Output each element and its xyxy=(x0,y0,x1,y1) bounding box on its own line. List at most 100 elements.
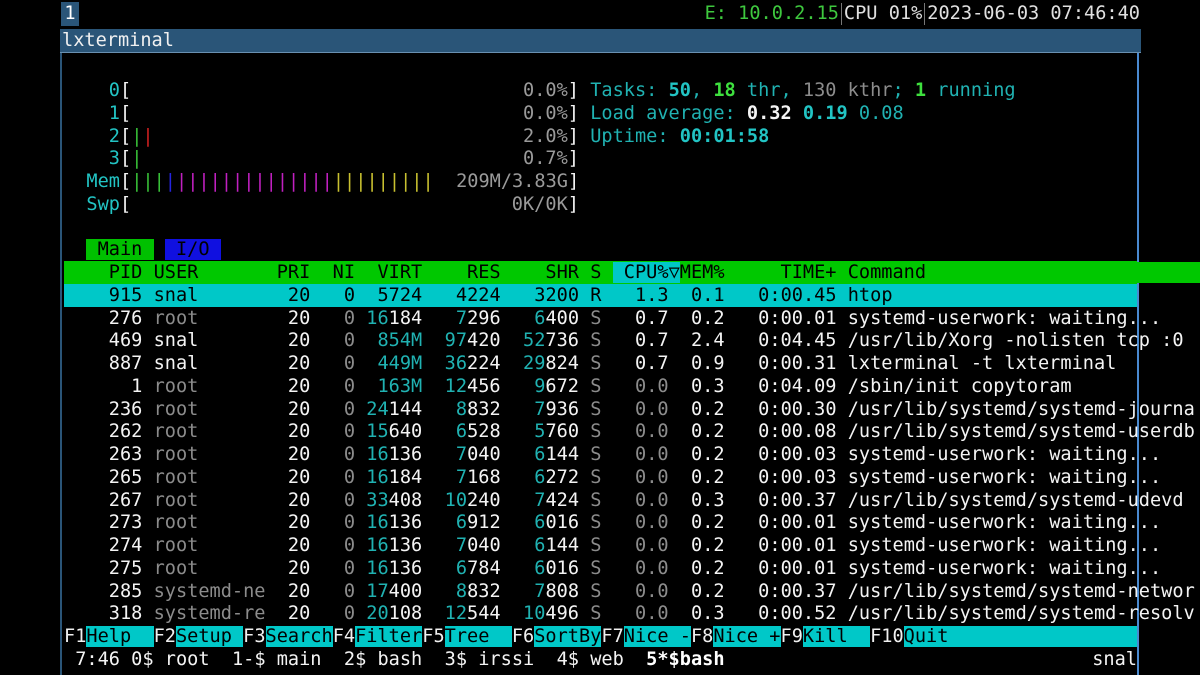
column-header-time[interactable]: TIME+ xyxy=(724,262,848,283)
fkey-f9[interactable]: F9 xyxy=(781,626,803,647)
virt-low: 400 xyxy=(388,580,423,602)
shell-window-tab[interactable]: 5*$bash xyxy=(646,649,724,670)
process-row[interactable]: 915 snal 20 0 5724 4224 3200 R 1.3 0.1 0… xyxy=(64,283,1137,307)
fkey-label-quit[interactable]: Quit xyxy=(903,626,1137,647)
command: htop xyxy=(847,284,893,306)
shell-window-tab[interactable]: 2$ bash xyxy=(344,649,422,670)
pad xyxy=(355,285,377,306)
priority: 20 xyxy=(265,603,311,625)
column-header-ni[interactable]: NI xyxy=(310,262,356,283)
fkey-f7[interactable]: F7 xyxy=(601,626,623,647)
column-header-virt[interactable]: VIRT xyxy=(355,262,423,283)
process-row[interactable]: 262 root 20 0 15640 6528 5760 S 0.0 0.2 … xyxy=(64,420,1195,443)
process-row[interactable]: 274 root 20 0 16136 7040 6144 S 0.0 0.2 … xyxy=(64,534,1161,557)
process-row[interactable]: 267 root 20 0 33408 10240 7424 S 0.0 0.3… xyxy=(64,489,1184,512)
command: systemd-userwork: waiting... xyxy=(847,512,1162,534)
fkey-label-help[interactable]: Help xyxy=(86,626,154,647)
shr-low: 672 xyxy=(545,375,580,397)
column-header-user[interactable]: USER xyxy=(153,262,266,283)
mem-percent: 0.2 xyxy=(679,421,725,443)
command: systemd-userwork: waiting... xyxy=(847,444,1162,465)
fkey-label-filter[interactable]: Filter xyxy=(355,626,423,647)
res-high: 6 xyxy=(455,557,468,579)
shell-window-tab[interactable]: 0$ root xyxy=(131,649,209,670)
meter-bar-segment: | xyxy=(276,171,289,192)
cpu-time: 0:04.45 xyxy=(724,330,848,352)
process-row[interactable]: 887 snal 20 0 449M 36224 29824 S 0.7 0.9… xyxy=(64,352,1117,375)
fkey-f5[interactable]: F5 xyxy=(422,626,444,647)
fkey-f10[interactable]: F10 xyxy=(870,626,904,647)
column-header-pid[interactable]: PID xyxy=(64,262,154,283)
meter-bar-segment: | xyxy=(310,171,322,192)
pad xyxy=(501,512,535,533)
cpu-time: 0:00.37 xyxy=(724,489,848,511)
fkey-label-nice[interactable]: Nice + xyxy=(713,626,781,647)
meter-bar-segment: | xyxy=(422,171,434,192)
command: lxterminal -t lxterminal xyxy=(847,353,1117,374)
column-header-mem[interactable]: MEM% xyxy=(679,262,725,283)
meter-bracket: ] xyxy=(567,125,579,147)
column-header-res[interactable]: RES xyxy=(422,262,501,283)
process-row[interactable]: 236 root 20 0 24144 8832 7936 S 0.0 0.2 … xyxy=(64,398,1195,421)
kthread-count: 130 kthr xyxy=(802,80,893,101)
process-row[interactable]: 275 root 20 0 16136 6784 6016 S 0.0 0.2 … xyxy=(64,557,1161,580)
load-1min: 0.32 xyxy=(746,102,792,124)
running-label: running xyxy=(926,80,1016,101)
meter-label: Mem xyxy=(64,171,120,192)
fkey-f6[interactable]: F6 xyxy=(512,626,534,647)
res-high: 7 xyxy=(455,466,468,488)
res-high: 4 xyxy=(455,284,468,306)
fkey-f8[interactable]: F8 xyxy=(691,626,713,647)
process-row[interactable]: 263 root 20 0 16136 7040 6144 S 0.0 0.2 … xyxy=(64,443,1161,466)
column-header-state[interactable]: S xyxy=(579,262,613,283)
column-header-cpu-sorted[interactable]: CPU%▽ xyxy=(612,262,680,283)
process-row[interactable]: 285 systemd-ne 20 0 17400 8832 7808 S 0.… xyxy=(64,580,1195,603)
fkey-f1[interactable]: F1 xyxy=(64,626,86,647)
pad xyxy=(501,353,523,374)
state: S xyxy=(579,512,613,534)
tab-io[interactable]: I/O xyxy=(164,239,221,261)
process-row[interactable]: 469 snal 20 0 854M 97420 52736 S 0.7 2.4… xyxy=(64,329,1184,352)
nice: 0 xyxy=(310,284,356,306)
meter-bracket: ] xyxy=(567,102,579,124)
fkey-label-kill[interactable]: Kill xyxy=(802,626,871,647)
fkey-f2[interactable]: F2 xyxy=(154,626,176,647)
fkey-label-tree[interactable]: Tree xyxy=(444,626,512,647)
meter-label: 0 xyxy=(64,80,120,101)
cpu-time: 0:00.31 xyxy=(724,353,848,374)
shr-high: 6 xyxy=(534,557,546,579)
pad xyxy=(422,421,456,442)
user: systemd-ne xyxy=(153,580,266,602)
pad xyxy=(355,308,366,329)
priority: 20 xyxy=(265,489,311,511)
cpu-time: 0:00.08 xyxy=(724,421,848,443)
window-title-bar[interactable]: lxterminal xyxy=(60,29,1141,53)
fkey-f4[interactable]: F4 xyxy=(333,626,355,647)
workspace-tag[interactable]: 1 xyxy=(61,2,79,26)
shell-window-tab[interactable]: 4$ web xyxy=(557,649,624,670)
process-row[interactable]: 273 root 20 0 16136 6912 6016 S 0.0 0.2 … xyxy=(64,511,1161,534)
column-header-command[interactable]: Command xyxy=(847,262,1200,283)
pid: 267 xyxy=(64,489,154,511)
process-row[interactable]: 265 root 20 0 16184 7168 6272 S 0.0 0.2 … xyxy=(64,466,1161,489)
terminal-window[interactable]: lxterminal 0[ 0.0%] Tasks: 50, 18 thr, 1… xyxy=(60,29,1200,675)
fkey-label-search[interactable]: Search xyxy=(265,626,333,647)
column-header-pri[interactable]: PRI xyxy=(265,262,311,283)
process-row[interactable]: 318 systemd-re 20 0 20108 12544 10496 S … xyxy=(64,602,1195,625)
shell-window-tab[interactable]: 3$ irssi xyxy=(445,649,535,670)
shr-low: 808 xyxy=(545,580,580,602)
fkey-label-setup[interactable]: Setup xyxy=(175,626,244,647)
cpu-status: CPU 01% xyxy=(843,3,923,24)
column-header-shr[interactable]: SHR xyxy=(500,262,579,283)
pad xyxy=(355,467,366,488)
tab-main[interactable]: Main xyxy=(86,239,154,261)
process-row[interactable]: 1 root 20 0 163M 12456 9672 S 0.0 0.3 0:… xyxy=(64,375,1071,398)
fkey-f3[interactable]: F3 xyxy=(243,626,265,647)
fkey-label-nice[interactable]: Nice - xyxy=(623,626,691,647)
res-high: 7 xyxy=(455,444,468,465)
fkey-label-sortby[interactable]: SortBy xyxy=(534,626,602,647)
process-row[interactable]: 276 root 20 0 16184 7296 6400 S 0.7 0.2 … xyxy=(64,307,1161,330)
shell-window-tab[interactable]: 1-$ main xyxy=(232,649,322,670)
